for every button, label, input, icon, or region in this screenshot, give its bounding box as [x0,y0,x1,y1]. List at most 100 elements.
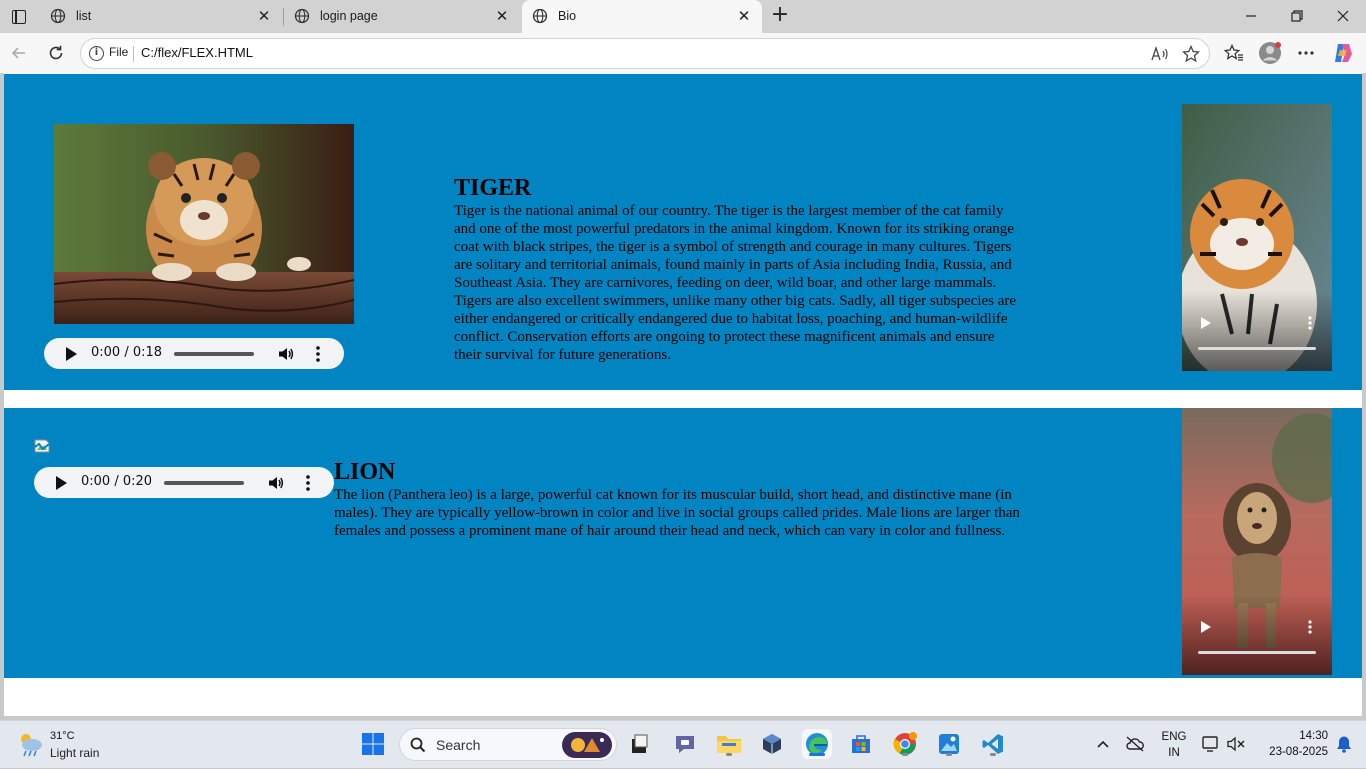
restore-button[interactable] [1283,4,1311,28]
audio-progress-slider[interactable] [164,481,244,485]
new-tab-button[interactable]: + [768,4,792,28]
address-bar[interactable]: i File C:/flex/FLEX.HTML [80,38,1210,69]
refresh-icon [49,45,63,60]
search-icon [410,737,426,753]
lion-description: The lion (Panthera leo) is a large, powe… [334,487,1020,539]
play-icon[interactable] [56,476,67,490]
volume-tray-button[interactable] [1222,729,1250,759]
store-icon [852,735,870,753]
browser-toolbar: i File C:/flex/FLEX.HTML [0,33,1366,73]
arrow-left-icon [11,47,25,59]
windows-logo-icon [362,733,384,755]
cloud-offline-icon [1126,736,1144,752]
tab-login-page[interactable]: login page ✕ [284,0,520,33]
chevron-up-icon [1097,740,1109,748]
weather-widget[interactable]: 31°C Light rain [8,721,108,769]
vscode-button[interactable] [978,729,1008,759]
paint-app-button[interactable] [934,729,964,759]
audio-time: 0:00 / 0:18 [91,345,163,360]
tab-actions-button[interactable] [8,6,30,28]
copilot-button[interactable] [1330,40,1356,66]
read-aloud-button[interactable] [1149,43,1171,65]
tiger-heading: TIGER [454,175,532,201]
back-button[interactable] [6,40,32,66]
show-hidden-icons-button[interactable] [1089,729,1117,759]
restore-icon [1291,10,1303,22]
close-window-button[interactable] [1329,4,1357,28]
chrome-button[interactable] [890,729,920,759]
avatar [1259,42,1281,64]
more-vertical-icon[interactable] [306,475,310,491]
weather-desc: Light rain [50,746,100,760]
tiger-video-player[interactable] [1182,104,1332,371]
tab-label: login page [320,9,378,23]
tab-bio[interactable]: Bio ✕ [522,0,762,33]
globe-icon [294,8,310,24]
favorite-button[interactable] [1180,43,1202,65]
more-vertical-icon[interactable] [1308,620,1312,634]
close-icon [1337,10,1349,22]
info-icon[interactable]: i [89,46,104,61]
running-indicator [946,753,952,756]
task-view-button[interactable] [624,729,654,759]
minimize-button[interactable] [1237,4,1265,28]
more-vertical-icon[interactable] [316,346,320,362]
tiger-audio-player[interactable]: 0:00 / 0:18 [44,338,344,369]
close-icon[interactable]: ✕ [736,8,752,24]
tab-list[interactable]: list ✕ [40,0,282,33]
lion-video-player[interactable] [1182,408,1332,675]
url-text[interactable]: C:/flex/FLEX.HTML [141,45,253,60]
page-viewport: 0:00 / 0:18 TIGER Tiger is the national … [4,73,1362,716]
lion-audio-player[interactable]: 0:00 / 0:20 [34,467,334,498]
clock-date: 23-08-2025 [1269,746,1328,758]
taskbar: 31°C Light rain Search ENG IN 14:30 23-0… [0,720,1366,768]
volume-icon[interactable] [277,345,295,363]
cube-icon [763,734,781,754]
lion-heading: LION [334,459,396,485]
lion-video-poster [1182,408,1332,675]
favorites-button[interactable] [1221,40,1247,66]
play-icon[interactable] [1201,621,1211,633]
tiger-video-poster [1182,104,1332,371]
tiger-description: Tiger is the national animal of our coun… [454,203,1017,363]
notifications-button[interactable] [1330,729,1358,759]
weather-rain-icon [21,734,42,757]
scheme-label: File [109,45,129,59]
monitor-icon [1202,736,1218,752]
network-button[interactable] [1121,729,1149,759]
search-label: Search [436,737,481,753]
globe-icon [50,8,66,24]
video-progress-bar[interactable] [1198,347,1316,350]
close-icon[interactable]: ✕ [256,8,272,24]
task-view-icon [632,734,648,753]
read-aloud-icon [1151,46,1168,61]
volume-icon[interactable] [267,474,285,492]
file-explorer-button[interactable] [714,729,744,759]
store-button[interactable] [846,729,876,759]
lion-text: LION The lion (Panthera leo) is a large,… [334,460,1034,540]
language-indicator[interactable]: ENG IN [1154,721,1194,769]
lang-region: IN [1168,747,1180,759]
more-vertical-icon[interactable] [1308,316,1312,330]
virtualbox-button[interactable] [757,729,787,759]
close-icon[interactable]: ✕ [494,8,510,24]
tiger-section: 0:00 / 0:18 TIGER Tiger is the national … [4,74,1362,390]
settings-more-button[interactable] [1293,40,1319,66]
star-icon [1182,45,1200,63]
audio-progress-slider[interactable] [174,352,254,356]
clock[interactable]: 14:30 23-08-2025 [1256,721,1328,769]
play-icon[interactable] [66,347,77,361]
video-progress-bar[interactable] [1198,651,1316,654]
display-button[interactable] [1197,729,1225,759]
profile-button[interactable] [1257,40,1283,66]
refresh-button[interactable] [43,40,69,66]
chat-icon [676,736,694,753]
bell-icon [1337,736,1351,753]
start-button[interactable] [358,729,388,759]
edge-browser-button[interactable] [802,729,832,759]
chat-app-button[interactable] [670,729,700,759]
tiger-text: TIGER Tiger is the national animal of ou… [454,176,1024,364]
play-icon[interactable] [1201,317,1211,329]
tab-strip: list ✕ login page ✕ Bio ✕ + [0,0,1366,33]
taskbar-search[interactable]: Search [399,728,617,761]
